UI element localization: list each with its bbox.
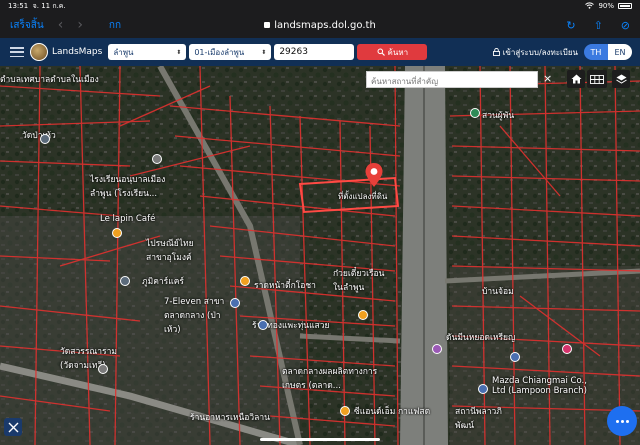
satellite-map[interactable]: ตำบลเทศบาลตำบลในเมือง วัดป่าเห้ว ไรงเรีย… bbox=[0, 66, 640, 445]
search-button[interactable]: ค้นหา bbox=[357, 44, 428, 60]
map-label: ไรงเรียนอนุบาลเมืองลำพูน (โรงเรียน... bbox=[90, 175, 166, 199]
home-indicator bbox=[260, 438, 380, 441]
place-icon[interactable] bbox=[40, 134, 50, 144]
home-icon bbox=[571, 74, 581, 84]
status-time: 13:51 bbox=[8, 1, 29, 10]
status-date: จ. 11 ก.ค. bbox=[32, 1, 66, 10]
dot-icon bbox=[620, 419, 624, 423]
map-label: วัดสวรรณาราม (วัดจามเทวี) bbox=[60, 347, 117, 371]
selected-parcel-label: ที่ตั้งแปลงที่ดิน bbox=[338, 192, 388, 201]
compass-icon[interactable]: ⊘ bbox=[621, 19, 630, 32]
share-icon[interactable]: ⇧ bbox=[594, 19, 603, 32]
app-header: LandsMaps ลำพูน ⬍ 01-เมืองลำพูน ⬍ 29263 … bbox=[0, 38, 640, 66]
parcel-number-input[interactable]: 29263 bbox=[274, 44, 355, 60]
map-label: ตลาดกลางผลผลิตทางการเกษตร (ตลาด... bbox=[282, 367, 378, 391]
safari-toolbar: เสร็จสิ้น ‹ › กก landsmaps.dol.go.th ↻ ⇧… bbox=[0, 12, 640, 38]
restaurant-icon[interactable] bbox=[240, 276, 250, 286]
laundry-icon[interactable] bbox=[432, 344, 442, 354]
district-value: 01-เมืองลำพูน bbox=[194, 47, 245, 57]
login-link[interactable]: เข้าสู่ระบบ/ลงทะเบียน bbox=[492, 46, 578, 59]
back-icon[interactable]: ‹ bbox=[58, 17, 64, 33]
address-url: landsmaps.dol.go.th bbox=[274, 19, 376, 31]
search-button-label: ค้นหา bbox=[387, 47, 409, 57]
chevron-down-icon: ⬍ bbox=[261, 48, 267, 56]
map-label: ตำบลเทศบาลตำบลในเมือง bbox=[0, 75, 99, 85]
screen: 13:51 จ. 11 ก.ค. 90% เสร็จสิ้น ‹ › กก la… bbox=[0, 0, 640, 445]
lock-icon bbox=[492, 48, 500, 56]
park-icon[interactable] bbox=[470, 108, 480, 118]
map-label: ไปรษณีย์ไทย สาขาอุโมงค์ bbox=[146, 239, 194, 263]
province-select[interactable]: ลำพูน ⬍ bbox=[108, 44, 187, 60]
language-toggle: TH EN bbox=[584, 44, 632, 60]
close-icon[interactable]: × bbox=[543, 72, 552, 85]
map-label: ราดหน้าตี๋กโอชา bbox=[254, 281, 316, 291]
reload-icon[interactable]: ↻ bbox=[566, 19, 575, 32]
grid-button[interactable] bbox=[587, 70, 607, 88]
search-icon bbox=[377, 48, 385, 56]
restaurant-icon[interactable] bbox=[358, 310, 368, 320]
shop-icon[interactable] bbox=[562, 344, 572, 354]
tools-button[interactable] bbox=[4, 418, 22, 436]
place-search-input[interactable]: ค้นหาสถานที่สำคัญ bbox=[366, 71, 538, 88]
grid-icon bbox=[590, 74, 604, 84]
wifi-icon bbox=[585, 1, 595, 11]
map-label: ร้านอาหารเหนือวิลาน bbox=[190, 413, 270, 423]
ios-status-bar: 13:51 จ. 11 ก.ค. 90% bbox=[0, 0, 640, 12]
map-label: ซีแอนด์เอ็ม กาแฟสด bbox=[354, 407, 431, 417]
cafe-icon[interactable] bbox=[340, 406, 350, 416]
lang-en-button[interactable]: EN bbox=[608, 44, 632, 60]
map-label: บ้านจ้อม bbox=[482, 287, 514, 297]
layers-icon bbox=[615, 74, 627, 84]
dol-logo bbox=[30, 43, 48, 61]
place-search-placeholder: ค้นหาสถานที่สำคัญ bbox=[371, 77, 439, 86]
forward-icon[interactable]: › bbox=[77, 17, 83, 33]
home-button[interactable] bbox=[567, 70, 585, 88]
car-dealer-icon[interactable] bbox=[478, 384, 488, 394]
chevron-down-icon: ⬍ bbox=[176, 48, 182, 56]
dot-icon bbox=[615, 419, 619, 423]
school-icon[interactable] bbox=[152, 154, 162, 164]
text-size-button[interactable]: กก bbox=[109, 18, 121, 33]
more-options-button[interactable] bbox=[607, 406, 637, 436]
map-label: สวนผู้พัน bbox=[482, 111, 515, 121]
province-value: ลำพูน bbox=[113, 47, 134, 57]
shop-icon[interactable] bbox=[258, 320, 268, 330]
menu-icon[interactable] bbox=[10, 47, 24, 57]
login-label: เข้าสู่ระบบ/ลงทะเบียน bbox=[502, 47, 578, 57]
tools-icon bbox=[8, 422, 18, 432]
map-label: ดันมีนหยอดเหรียญ bbox=[446, 333, 516, 343]
cafe-icon[interactable] bbox=[112, 228, 122, 238]
dot-icon bbox=[625, 419, 629, 423]
temple-icon[interactable] bbox=[98, 364, 108, 374]
lang-th-button[interactable]: TH bbox=[584, 44, 608, 60]
map-label: ภูมิคาร์แคร์ bbox=[142, 277, 184, 287]
map-label: ก๋วยเตี๋ยวเรือนในลำพูน bbox=[333, 269, 385, 293]
map-label: วัดป่าเห้ว bbox=[22, 131, 56, 141]
district-select[interactable]: 01-เมืองลำพูน ⬍ bbox=[189, 44, 272, 60]
map-label: Le lapin Café bbox=[100, 214, 156, 224]
address-bar[interactable]: landsmaps.dol.go.th bbox=[0, 20, 640, 31]
map-label: Mazda Chiangmai Co., Ltd (Lampoon Branch… bbox=[492, 376, 587, 396]
battery-icon bbox=[618, 3, 632, 9]
map-label: สถานีพลาวภิพัฒน์ bbox=[455, 407, 502, 431]
map-label: 7-Eleven สาขาตลาดกลาง (ป่าเห้ว) bbox=[164, 297, 225, 335]
place-icon[interactable] bbox=[120, 276, 130, 286]
parcel-number-value: 29263 bbox=[279, 47, 308, 57]
battery-percent: 90% bbox=[598, 2, 614, 10]
lock-icon bbox=[264, 21, 271, 28]
shop-icon[interactable] bbox=[510, 352, 520, 362]
brand-title: LandsMaps bbox=[52, 47, 103, 57]
layers-button[interactable] bbox=[612, 70, 630, 88]
shop-icon[interactable] bbox=[230, 298, 240, 308]
done-button[interactable]: เสร็จสิ้น bbox=[10, 18, 44, 33]
map-pin-icon[interactable] bbox=[364, 162, 384, 188]
